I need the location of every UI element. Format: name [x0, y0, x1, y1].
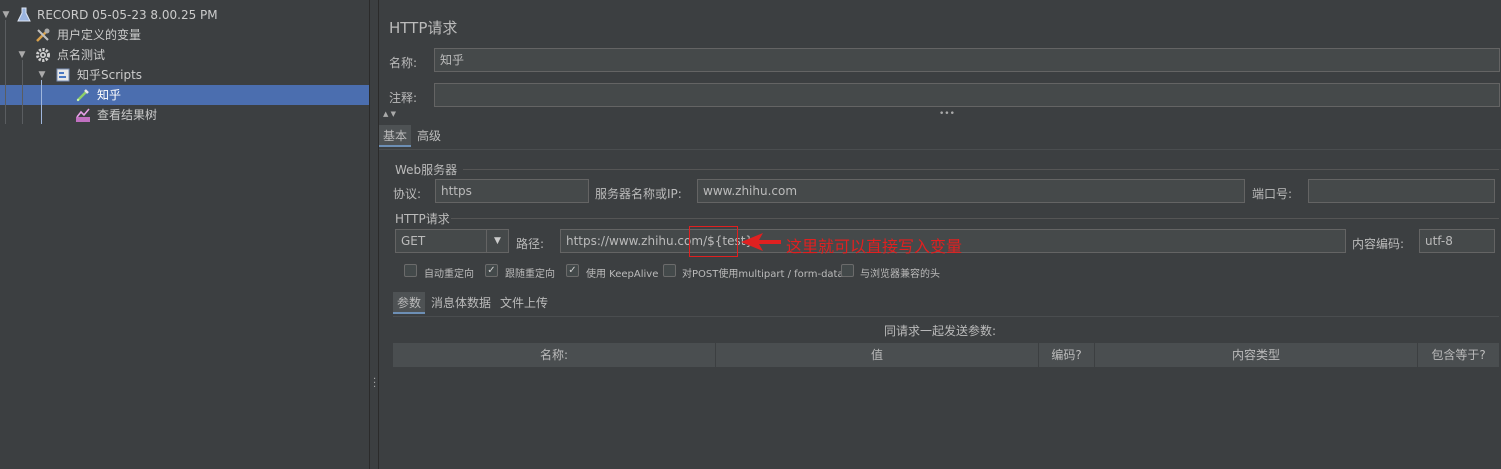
- pipette-icon: [75, 87, 91, 103]
- tree-item-label: 知乎Scripts: [77, 68, 143, 82]
- tab-body-data[interactable]: 消息体数据: [427, 292, 495, 314]
- tab-advanced[interactable]: 高级: [413, 125, 445, 147]
- method-value: GET: [401, 234, 426, 248]
- chart-icon: [75, 107, 91, 123]
- params-caption: 同请求一起发送参数:: [883, 324, 997, 338]
- http-request-panel: HTTP请求 名称: 知乎 注释: ▲ ▼ ••• 基本 高级 Web服务器 协…: [379, 0, 1501, 469]
- name-label: 名称:: [389, 56, 418, 70]
- auto-redirect-checkbox[interactable]: [404, 264, 417, 277]
- follow-redirect-checkbox[interactable]: ✓: [485, 264, 498, 277]
- multipart-checkbox[interactable]: [663, 264, 676, 277]
- http-request-group-title: HTTP请求: [395, 212, 450, 226]
- keepalive-label: 使用 KeepAlive: [586, 269, 659, 280]
- method-select[interactable]: GET ▼: [395, 229, 509, 253]
- encoding-label: 内容编码:: [1352, 237, 1405, 251]
- keepalive-checkbox[interactable]: ✓: [566, 264, 579, 277]
- tree-guide-line: [5, 20, 6, 124]
- tree-item-record[interactable]: ▼ RECORD 05-05-23 8.00.25 PM: [0, 5, 369, 25]
- web-server-group-title: Web服务器: [395, 163, 458, 177]
- column-header-encode[interactable]: 编码?: [1039, 343, 1095, 367]
- name-input[interactable]: 知乎: [434, 48, 1500, 72]
- column-header-include-equals[interactable]: 包含等于?: [1418, 343, 1500, 367]
- chevron-down-icon[interactable]: ▼: [0, 5, 12, 25]
- collapse-arrows-icon[interactable]: ▲ ▼: [383, 110, 396, 118]
- auto-redirect-label: 自动重定向: [424, 269, 474, 280]
- encoding-input[interactable]: utf-8: [1419, 229, 1495, 253]
- tree-item-label: 用户定义的变量: [57, 28, 142, 42]
- tab-divider: [393, 316, 1499, 317]
- panel-splitter[interactable]: · · ·: [369, 0, 379, 469]
- script-icon: [55, 67, 71, 83]
- server-label: 服务器名称或IP:: [595, 187, 682, 201]
- tab-basic[interactable]: 基本: [379, 125, 412, 147]
- comment-input[interactable]: [434, 83, 1500, 107]
- tree-item-label: RECORD 05-05-23 8.00.25 PM: [37, 8, 218, 22]
- splitter-grip-icon[interactable]: · · ·: [373, 375, 376, 393]
- chevron-down-icon[interactable]: ▼: [486, 230, 508, 252]
- params-table-body[interactable]: [393, 367, 1500, 469]
- tree-guide-line: [22, 60, 23, 124]
- tree-item-thread-group[interactable]: ▼ 点名测试: [0, 45, 369, 65]
- tab-parameters[interactable]: 参数: [393, 292, 426, 314]
- port-label: 端口号:: [1252, 187, 1293, 201]
- protocol-label: 协议:: [393, 187, 422, 201]
- tab-divider: [379, 149, 1501, 150]
- column-header-name[interactable]: 名称:: [393, 343, 716, 367]
- path-label: 路径:: [516, 237, 545, 251]
- annotation-text: 这里就可以直接写入变量: [786, 237, 963, 256]
- chevron-down-icon[interactable]: ▼: [36, 65, 48, 85]
- gear-icon: [35, 47, 51, 63]
- group-border: [463, 169, 1499, 170]
- tree-item-label: 查看结果树: [97, 108, 158, 122]
- comment-label: 注释:: [389, 91, 418, 105]
- multipart-label: 对POST使用multipart / form-data: [682, 269, 844, 280]
- tree-guide-line: [41, 80, 42, 124]
- follow-redirect-label: 跟随重定向: [505, 269, 555, 280]
- port-input[interactable]: [1308, 179, 1495, 203]
- flask-icon: [16, 7, 32, 23]
- browser-headers-label: 与浏览器兼容的头: [860, 269, 940, 280]
- highlight-box: [689, 226, 738, 257]
- path-prefix: https://www.zhihu.com/: [566, 234, 708, 248]
- tab-file-upload[interactable]: 文件上传: [496, 292, 552, 314]
- browser-headers-checkbox[interactable]: [841, 264, 854, 277]
- tree-item-label: 点名测试: [57, 48, 106, 62]
- tree-item-scripts[interactable]: ▼ 知乎Scripts: [0, 65, 369, 85]
- group-border: [451, 218, 1499, 219]
- column-header-content-type[interactable]: 内容类型: [1095, 343, 1418, 367]
- tree-item-user-variables[interactable]: 用户定义的变量: [0, 25, 369, 45]
- server-input[interactable]: www.zhihu.com: [697, 179, 1245, 203]
- divider-grip-icon[interactable]: •••: [939, 110, 955, 119]
- tree-item-label: 知乎: [97, 88, 122, 102]
- panel-title: HTTP请求: [389, 19, 458, 37]
- tree-item-zhihu-sampler[interactable]: 知乎: [0, 85, 369, 105]
- tools-icon: [35, 27, 51, 43]
- column-header-value[interactable]: 值: [716, 343, 1039, 367]
- tree-item-result-tree[interactable]: 查看结果树: [0, 105, 369, 125]
- test-plan-tree[interactable]: ▼ RECORD 05-05-23 8.00.25 PM 用户定义的变量 ▼ 点…: [0, 0, 369, 469]
- protocol-input[interactable]: https: [435, 179, 589, 203]
- annotation-arrow-icon: [741, 233, 781, 251]
